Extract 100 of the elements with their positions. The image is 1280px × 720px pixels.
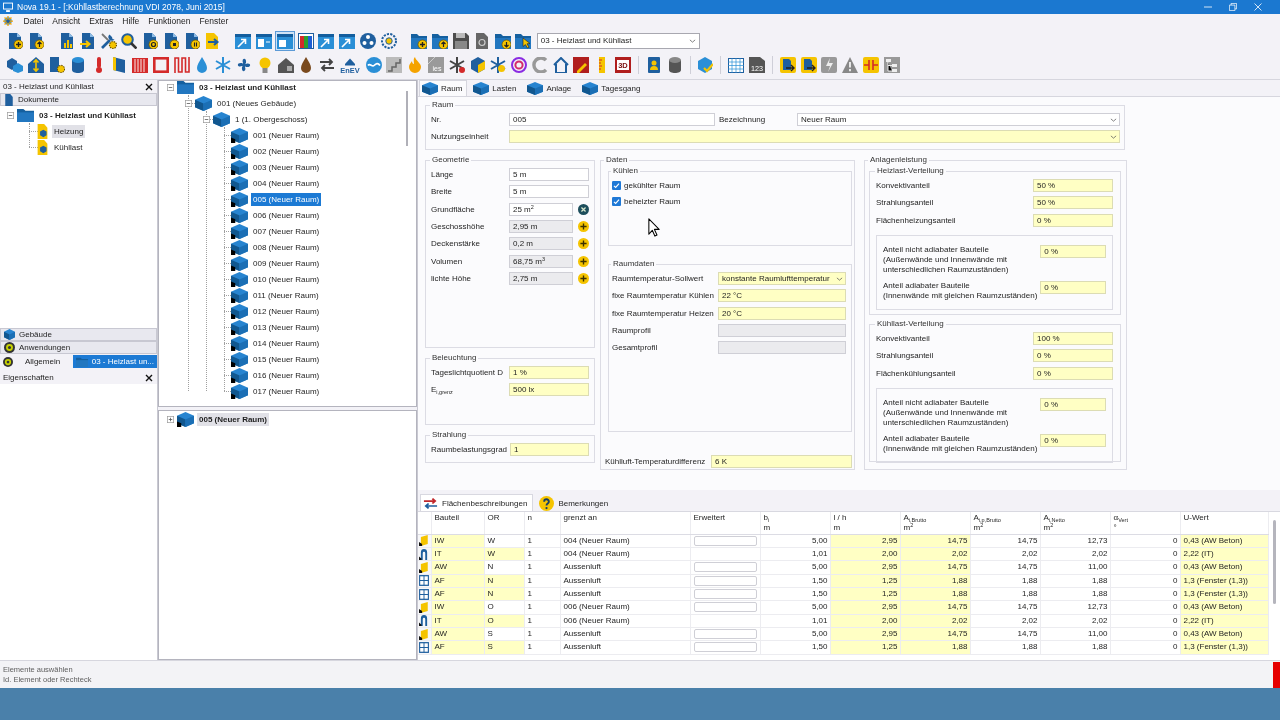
text-field[interactable]: 0 %: [1040, 244, 1106, 258]
input-field[interactable]: [693, 575, 757, 586]
ring-icon[interactable]: [380, 32, 397, 49]
collapse-icon[interactable]: [203, 115, 210, 123]
text-field[interactable]: 0 %: [1033, 366, 1113, 380]
collapse-icon[interactable]: [185, 99, 192, 107]
dropdown-field[interactable]: 03 - Heizlast und Kühllast: [536, 32, 700, 49]
plus-circle-icon[interactable]: [578, 272, 589, 284]
house-arrows-icon[interactable]: [28, 57, 45, 73]
tree-item[interactable]: 001 (Neuer Raum): [251, 128, 322, 142]
tree-item[interactable]: 006 (Neuer Raum): [251, 208, 322, 222]
document-stop-icon[interactable]: [162, 32, 179, 49]
arc-icon[interactable]: [531, 57, 548, 73]
plus-circle-icon[interactable]: [578, 221, 589, 233]
text-field[interactable]: 100 %: [1033, 332, 1113, 346]
rings-icon[interactable]: [511, 57, 528, 73]
text-field[interactable]: 0 %: [1033, 213, 1113, 227]
tab[interactable]: Raum: [419, 80, 468, 96]
input-field[interactable]: [693, 562, 757, 573]
plus-circle-icon[interactable]: [578, 255, 589, 267]
tree-item[interactable]: 004 (Neuer Raum): [251, 176, 322, 190]
scrollbar-thumb[interactable]: [406, 91, 408, 146]
menu-item[interactable]: Fenster: [194, 16, 233, 26]
capacitor-icon[interactable]: [862, 57, 879, 73]
tree-item[interactable]: 009 (Neuer Raum): [251, 256, 322, 270]
plus-circle-icon[interactable]: [578, 238, 589, 250]
tree-item[interactable]: 012 (Neuer Raum): [251, 304, 322, 318]
tree-item[interactable]: 008 (Neuer Raum): [251, 240, 322, 254]
text-field[interactable]: 20 °C: [718, 306, 846, 320]
input-field[interactable]: [693, 535, 757, 546]
dropdown-field[interactable]: Neuer Raum: [797, 113, 1120, 126]
text-field[interactable]: 25 m$^{2}$: [509, 202, 573, 216]
pencil-tile-icon[interactable]: [573, 57, 590, 73]
scrollbar-thumb[interactable]: [1273, 520, 1276, 604]
text-field[interactable]: 22 °C: [718, 289, 846, 303]
door-gear-icon[interactable]: [48, 57, 65, 73]
tree-item[interactable]: 003 (Neuer Raum): [251, 160, 322, 174]
menu-item[interactable]: Datei: [19, 16, 48, 26]
snowflake-icon[interactable]: [448, 57, 465, 73]
tree-item[interactable]: 015 (Neuer Raum): [251, 352, 322, 366]
section-header[interactable]: Anwendungen: [0, 341, 157, 354]
folder-pointer-icon[interactable]: [515, 32, 532, 49]
tab[interactable]: Lasten: [470, 80, 522, 96]
text-field[interactable]: 68,75 m$^{3}$: [509, 254, 573, 268]
tree-item[interactable]: 007 (Neuer Raum): [251, 224, 322, 238]
tree-item[interactable]: 013 (Neuer Raum): [251, 320, 322, 334]
tree-item[interactable]: 016 (Neuer Raum): [251, 368, 322, 382]
text-field[interactable]: 0,2 m: [509, 237, 573, 251]
text-field[interactable]: 0 %: [1040, 397, 1106, 411]
text-field[interactable]: 0 %: [1040, 280, 1106, 294]
tree-item[interactable]: 1 (1. Obergeschoss): [233, 112, 310, 126]
menu-item[interactable]: Funktionen: [143, 16, 195, 26]
cylinder-icon[interactable]: [69, 57, 86, 73]
document-upload-icon[interactable]: [28, 32, 45, 49]
tree-item[interactable]: 002 (Neuer Raum): [251, 144, 322, 158]
color-bars-icon[interactable]: [297, 32, 314, 49]
fan-icon[interactable]: [236, 57, 252, 73]
folder-download-icon[interactable]: [494, 32, 511, 49]
text-field[interactable]: 0 %: [1033, 349, 1113, 363]
section-header[interactable]: Dokumente: [0, 93, 157, 106]
tools-icon[interactable]: [100, 32, 117, 49]
tab[interactable]: Bemerkungen: [536, 494, 615, 511]
cube-icon[interactable]: [469, 57, 486, 73]
text-field[interactable]: 5 m: [509, 168, 589, 182]
radiator-icon[interactable]: [132, 57, 149, 73]
tree-item[interactable]: 011 (Neuer Raum): [251, 288, 321, 302]
dropdown-field[interactable]: [509, 130, 1120, 143]
input-field[interactable]: [693, 602, 757, 613]
search-icon[interactable]: [121, 32, 138, 49]
heating-coil-icon[interactable]: [173, 57, 190, 73]
cylinder-icon[interactable]: [666, 57, 683, 73]
input-field[interactable]: [693, 642, 757, 653]
text-field[interactable]: 1 %: [509, 366, 589, 380]
person-card-icon[interactable]: [645, 57, 662, 73]
tree-item[interactable]: 017 (Neuer Raum): [251, 384, 322, 398]
checkbox[interactable]: [612, 196, 621, 206]
snowflake-icon[interactable]: [490, 57, 507, 73]
section-header[interactable]: Gebäude: [0, 328, 157, 341]
text-field[interactable]: [718, 341, 846, 355]
text-field[interactable]: 2,75 m: [509, 271, 573, 285]
x-circle-icon[interactable]: [578, 203, 589, 215]
text-field[interactable]: 50 %: [1033, 196, 1113, 210]
expand-icon[interactable]: [167, 415, 174, 423]
stairs-icon[interactable]: [386, 57, 403, 73]
input-field[interactable]: [693, 629, 757, 640]
tree-item[interactable]: Kühllast: [52, 140, 85, 154]
chart-document-icon[interactable]: [58, 32, 75, 49]
tab[interactable]: Allgemein: [0, 355, 73, 368]
tree-item[interactable]: 001 (Neues Gebäude): [215, 96, 299, 110]
window-panel-icon[interactable]: [274, 30, 295, 51]
text-field[interactable]: 5 m: [509, 185, 589, 199]
tree-item[interactable]: 005 (Neuer Raum): [251, 192, 322, 206]
text-field[interactable]: 1: [510, 443, 589, 457]
folder-upload-icon[interactable]: [432, 32, 449, 49]
document-pause-icon[interactable]: [183, 32, 200, 49]
document-icon[interactable]: [473, 32, 490, 49]
collapse-icon[interactable]: [7, 111, 14, 119]
frame-icon[interactable]: [152, 57, 169, 73]
document-ring-icon[interactable]: [142, 32, 159, 49]
menu-item[interactable]: Hilfe: [117, 16, 144, 26]
